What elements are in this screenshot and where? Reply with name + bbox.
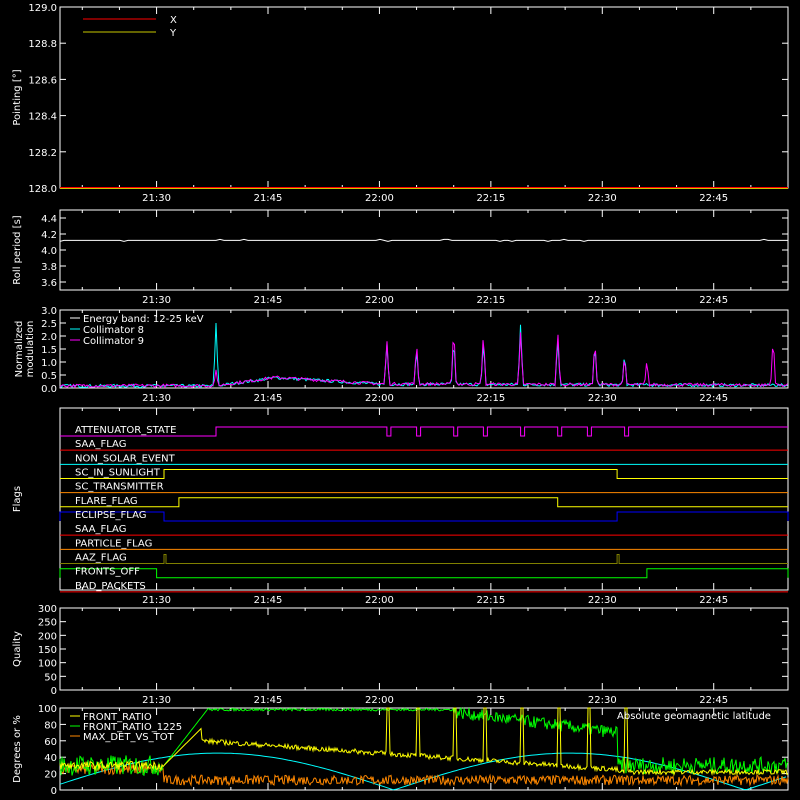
flag-line [59, 568, 789, 579]
roll-frame [59, 209, 789, 291]
modulation-ytick-label: 2.5 [41, 319, 57, 330]
modulation-xtick-label: 22:00 [365, 393, 394, 404]
quality-frame [59, 607, 789, 691]
modulation-ytick-label: 2.0 [41, 332, 57, 343]
pointing-ytick-label: 128.6 [28, 75, 57, 86]
flags-xtick-label: 22:45 [699, 595, 728, 606]
quality-ytick-label: 0 [51, 686, 57, 697]
flag-label: SC_IN_SUNLIGHT [75, 468, 161, 479]
modulation-legend-label: Collimator 9 [83, 336, 144, 347]
roll-xtick-label: 21:30 [142, 295, 171, 306]
legend-label-X: X [170, 15, 177, 26]
flags-ylabel: Flags [12, 486, 23, 512]
flags-xtick-label: 22:15 [476, 595, 505, 606]
flag-label: AAZ_FLAG [75, 553, 127, 564]
flag-label: FLARE_FLAG [75, 496, 138, 507]
flag-line [60, 469, 788, 479]
flag-line [60, 497, 788, 508]
modulation-xtick-label: 21:45 [254, 393, 283, 404]
ratios-ytick-label: 100 [38, 704, 57, 715]
modulation-c9-line [59, 332, 788, 389]
pointing-xtick-label: 21:30 [142, 193, 171, 204]
quality-xtick-label: 21:45 [254, 695, 283, 706]
roll-xtick-label: 22:45 [699, 295, 728, 306]
quality-xtick-label: 22:00 [365, 695, 394, 706]
modulation-ytick-label: 0.5 [41, 371, 57, 382]
pointing-ytick-label: 128.2 [28, 148, 57, 159]
roll-ytick-label: 3.6 [41, 278, 57, 289]
quality-xtick-label: 21:30 [142, 695, 171, 706]
flag-label: SAA_FLAG [75, 524, 126, 535]
roll-xtick-label: 21:45 [254, 295, 283, 306]
flags-xtick-label: 21:45 [254, 595, 283, 606]
ratios-ytick-label: 80 [44, 720, 57, 731]
modulation-xtick-label: 22:30 [588, 393, 617, 404]
quality-xtick-label: 22:30 [588, 695, 617, 706]
modulation-ytick-label: 0.0 [41, 384, 57, 395]
geomagnetic-annotation: Absolute geomagnetic latitude [617, 711, 771, 722]
modulation-legend-label: Collimator 8 [83, 325, 144, 336]
ratios-ylabel: Degrees or % [12, 715, 23, 783]
flag-label: BAD_PACKETS [75, 581, 146, 592]
flags-xtick-label: 22:30 [588, 595, 617, 606]
flag-label: ATTENUATOR_STATE [75, 425, 176, 436]
roll-xtick-label: 22:15 [476, 295, 505, 306]
quality-ytick-label: 100 [38, 659, 57, 670]
modulation-xtick-label: 22:15 [476, 393, 505, 404]
quality-ytick-label: 50 [44, 672, 57, 683]
flags-xtick-label: 21:30 [142, 595, 171, 606]
quality-ytick-label: 250 [38, 618, 57, 629]
flags-xtick-label: 22:00 [365, 595, 394, 606]
roll-xtick-label: 22:30 [588, 295, 617, 306]
roll-ytick-label: 4.4 [41, 214, 57, 225]
pointing-ylabel: Pointing [°] [12, 69, 23, 125]
modulation-ytick-label: 3.0 [41, 306, 57, 317]
modulation-ytick-label: 1.0 [41, 358, 57, 369]
ratios-ytick-label: 60 [44, 737, 57, 748]
modulation-xtick-label: 22:45 [699, 393, 728, 404]
pointing-xtick-label: 22:00 [365, 193, 394, 204]
pointing-xtick-label: 22:45 [699, 193, 728, 204]
legend-label-Y: Y [169, 28, 177, 39]
modulation-c8-line [59, 322, 788, 389]
roll-period-line [59, 238, 788, 243]
max-det-line [59, 763, 789, 787]
quality-ylabel: Quality [12, 631, 23, 667]
pointing-ytick-label: 128.0 [28, 184, 57, 195]
pointing-ytick-label: 128.8 [28, 39, 57, 50]
pointing-xtick-label: 22:15 [476, 193, 505, 204]
ratios-ytick-label: 20 [44, 770, 57, 781]
ratios-ytick-label: 0 [51, 786, 57, 797]
modulation-ylabel: modulation [25, 321, 36, 378]
roll-ytick-label: 4.2 [41, 230, 57, 241]
pointing-xtick-label: 21:45 [254, 193, 283, 204]
flag-label: FRONTS_OFF [75, 567, 140, 578]
flag-label: NON_SOLAR_EVENT [75, 453, 176, 464]
flag-line [60, 554, 788, 564]
housekeeping-figure: 21:30 21:45 22:00 22:15 22:30 22:45 129.0 128.8… [0, 0, 800, 800]
modulation-ytick-label: 1.5 [41, 345, 57, 356]
roll-ylabel: Roll period [s] [12, 215, 23, 284]
flag-label: SC_TRANSMITTER [75, 482, 164, 493]
flag-label: SAA_FLAG [75, 439, 126, 450]
pointing-xtick-label: 22:30 [588, 193, 617, 204]
pointing-ytick-label: 129.0 [28, 3, 57, 14]
modulation-legend-label: Energy band: 12-25 keV [83, 314, 204, 325]
roll-ytick-label: 4.0 [41, 246, 57, 257]
ratios-ytick-label: 40 [44, 753, 57, 764]
roll-xtick-label: 22:00 [365, 295, 394, 306]
quality-ytick-label: 150 [38, 645, 57, 656]
quality-xtick-label: 22:45 [699, 695, 728, 706]
pointing-ytick-label: 128.4 [28, 112, 57, 123]
flag-label: ECLIPSE_FLAG [75, 510, 146, 521]
quality-ytick-label: 200 [38, 631, 57, 642]
ratios-legend-label: MAX_DET_VS_TOT [83, 732, 175, 743]
flag-label: PARTICLE_FLAG [75, 538, 152, 549]
modulation-ylabel: Normalized [14, 321, 25, 378]
modulation-xtick-label: 21:30 [142, 393, 171, 404]
quality-xtick-label: 22:15 [476, 695, 505, 706]
flag-line [59, 511, 789, 522]
roll-ytick-label: 3.8 [41, 262, 57, 273]
quality-ytick-label: 300 [38, 604, 57, 615]
